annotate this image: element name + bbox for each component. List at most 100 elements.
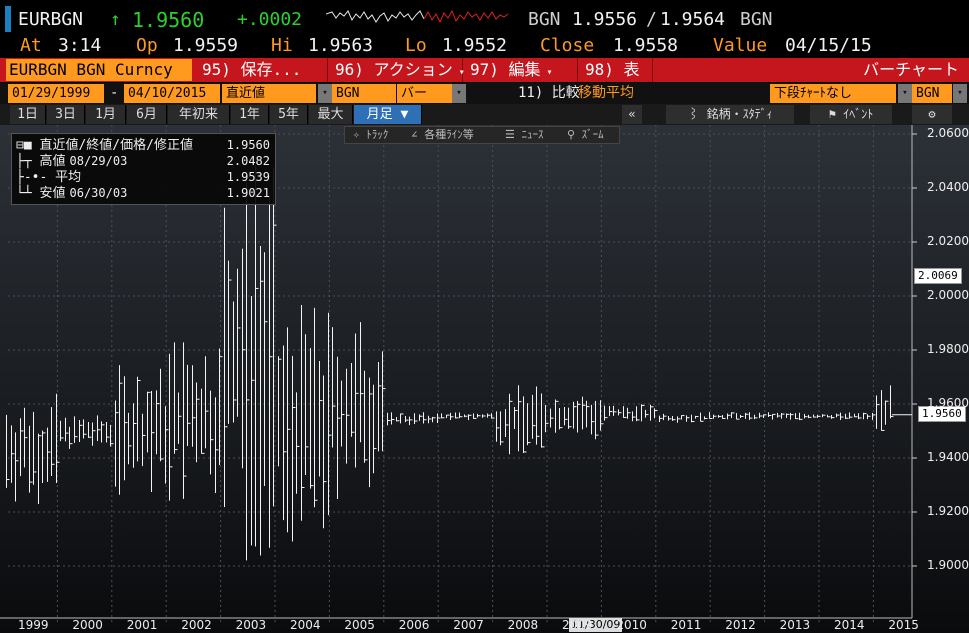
x-tick-label: 2011 bbox=[670, 618, 702, 632]
low-label: Lo bbox=[405, 35, 427, 56]
actions-menu[interactable]: 96) アクション ▾ bbox=[329, 58, 465, 82]
legend-low-date: 06/30/03 bbox=[69, 186, 128, 200]
x-tick-label: 2010 bbox=[616, 618, 647, 632]
chart-tools-bar: ✧ ﾄﾗｯｸ ∠ 各種ﾗｲﾝ等 ☰ ﾆｭｰｽ ⚲ ｽﾞｰﾑ bbox=[344, 126, 620, 144]
period-1m[interactable]: 1月 bbox=[86, 105, 126, 124]
flag-icon: ⚑ bbox=[828, 107, 844, 121]
events-label: ｲﾍﾞﾝﾄ bbox=[843, 107, 874, 121]
y-tick-label: 1.9800 bbox=[927, 342, 969, 356]
x-tick-label: 2008 bbox=[507, 618, 539, 632]
save-label: 95) 保存... bbox=[202, 60, 302, 79]
studies-label: 銘柄・ｽﾀﾃﾞｨ bbox=[706, 107, 773, 121]
legend-high-label: 高値 bbox=[39, 154, 66, 169]
date-range-dash: - bbox=[110, 85, 119, 101]
chevron-down-icon[interactable]: ▾ bbox=[452, 84, 466, 103]
end-date-field[interactable]: 04/10/2015 bbox=[124, 84, 220, 103]
chart-legend[interactable]: ⊟■ 直近値/終値/価格/修正値 1.9560 ├┬ 高値 08/29/03 2.… bbox=[11, 133, 276, 205]
low-value: 1.9552 bbox=[442, 35, 508, 56]
track-button[interactable]: ✧ ﾄﾗｯｸ bbox=[353, 127, 388, 143]
security-marker bbox=[5, 6, 11, 32]
moving-average-button[interactable]: 移動平均 bbox=[578, 84, 634, 103]
bid-currency: BGN bbox=[528, 9, 561, 30]
bid-price: 1.9556 bbox=[572, 9, 638, 30]
up-arrow-icon: ↑ bbox=[110, 9, 121, 30]
annotation-lines-button[interactable]: ∠ 各種ﾗｲﾝ等 bbox=[411, 127, 474, 143]
chart-type-label: バーチャート bbox=[863, 60, 959, 79]
legend-low-value: 1.9021 bbox=[226, 186, 270, 200]
period-3d[interactable]: 3日 bbox=[47, 105, 85, 124]
y-tick-label: 2.0200 bbox=[927, 234, 969, 248]
value-date: 04/15/15 bbox=[785, 35, 872, 56]
close-label: Close bbox=[540, 35, 595, 56]
security-field[interactable]: EURBGN BGN Curncy bbox=[6, 59, 192, 81]
at-label: At bbox=[20, 35, 42, 56]
period-5y[interactable]: 5年 bbox=[270, 105, 308, 124]
x-tick-label: 1999 bbox=[18, 618, 49, 632]
high-marker-icon: ├┬ bbox=[16, 154, 40, 169]
chevron-down-icon[interactable]: ▾ bbox=[953, 84, 967, 103]
chevron-down-icon: ▾ bbox=[546, 67, 553, 78]
period-ytd[interactable]: 年初来 bbox=[168, 105, 230, 124]
events-button[interactable]: ⚑ ｲﾍﾞﾝﾄ bbox=[810, 105, 892, 124]
low-marker-icon: └┴ bbox=[16, 186, 40, 201]
table-button[interactable]: 98) 表 bbox=[579, 58, 653, 82]
edit-menu[interactable]: 97) 編集 ▾ bbox=[464, 58, 578, 82]
x-tick-label: 2014 bbox=[834, 618, 865, 632]
chart-settings-bar: 01/29/1999 - 04/10/2015 直近値 ▾ BGN バー ▾ 1… bbox=[0, 83, 969, 104]
lower-chart-select[interactable]: 下段ﾁｬｰﾄなし bbox=[770, 84, 896, 103]
save-button[interactable]: 95) 保存... bbox=[196, 58, 328, 82]
zoom-button[interactable]: ⚲ ｽﾞｰﾑ bbox=[567, 127, 604, 143]
period-1d[interactable]: 1日 bbox=[10, 105, 46, 124]
chevron-down-icon[interactable]: ▾ bbox=[898, 84, 912, 103]
legend-low: └┴ 安値 06/30/03 1.9021 bbox=[16, 185, 272, 202]
legend-series-value: 1.9560 bbox=[226, 138, 270, 152]
ticker[interactable]: EURBGN bbox=[18, 9, 83, 31]
collapse-icon[interactable]: « bbox=[622, 105, 642, 124]
currency-select[interactable]: BGN bbox=[332, 84, 396, 103]
x-tick-label: 2013 bbox=[779, 618, 811, 632]
x-tick-label: 2002 bbox=[181, 618, 212, 632]
chevron-down-icon[interactable]: ▾ bbox=[318, 84, 332, 103]
securities-studies-button[interactable]: ⌇ 銘柄・ｽﾀﾃﾞｨ bbox=[666, 105, 794, 124]
period-6m[interactable]: 6月 bbox=[127, 105, 167, 124]
y-tick-label: 2.0400 bbox=[927, 180, 969, 194]
high-value: 1.9563 bbox=[308, 35, 374, 56]
quote-header: EURBGN ↑ 1.9560 +.0002 BGN 1.9556 / 1.95… bbox=[0, 0, 969, 34]
legend-average: ├-•- 平均 1.9539 bbox=[16, 169, 272, 186]
price-mode-select[interactable]: 直近値 bbox=[222, 84, 316, 103]
y-tick-label: 1.9200 bbox=[927, 504, 969, 518]
gear-icon[interactable]: ⚙ bbox=[912, 105, 952, 124]
high-label: Hi bbox=[271, 35, 293, 56]
x-tick-label: 2001 bbox=[126, 618, 158, 632]
currency2-select[interactable]: BGN bbox=[912, 84, 952, 103]
legend-high-value: 2.0482 bbox=[226, 154, 270, 168]
legend-high: ├┬ 高値 08/29/03 2.0482 bbox=[16, 153, 272, 170]
net-change: +.0002 bbox=[237, 9, 303, 30]
y-tick-label: 2.0000 bbox=[927, 288, 969, 302]
bar-type-select[interactable]: バー bbox=[397, 84, 452, 103]
y-tick-label: 1.9000 bbox=[927, 558, 969, 572]
x-tick-label: 2003 bbox=[235, 618, 267, 632]
news-button[interactable]: ☰ ﾆｭｰｽ bbox=[505, 127, 543, 143]
legend-avg-label: 平均 bbox=[55, 170, 82, 185]
x-tick-label: 2005 bbox=[344, 618, 375, 632]
legend-avg-value: 1.9539 bbox=[226, 170, 270, 184]
x-tick-label: 2004 bbox=[290, 618, 321, 632]
start-date-field[interactable]: 01/29/1999 bbox=[8, 84, 104, 103]
compare-button[interactable]: 11) 比較 bbox=[518, 84, 580, 103]
last-price: 1.9560 bbox=[132, 8, 205, 32]
legend-low-label: 安値 bbox=[39, 186, 66, 201]
chart-type-menu[interactable]: バーチャート bbox=[840, 58, 965, 82]
legend-series[interactable]: ⊟■ 直近値/終値/価格/修正値 1.9560 bbox=[16, 137, 272, 154]
y-tick-label: 2.0600 bbox=[927, 126, 969, 140]
period-max[interactable]: 最大 bbox=[309, 105, 353, 124]
open-value: 1.9559 bbox=[173, 35, 239, 56]
intraday-sparkline bbox=[326, 9, 508, 24]
legend-high-date: 08/29/03 bbox=[69, 154, 128, 168]
period-1y[interactable]: 1年 bbox=[231, 105, 269, 124]
x-tick-label: 2015 bbox=[888, 618, 919, 632]
period-bar: 1日 3日 1月 6月 年初来 1年 5年 最大 月足 ▼ « ⌇ 銘柄・ｽﾀﾃ… bbox=[0, 104, 969, 125]
chart-icon: ⌇ bbox=[687, 107, 707, 121]
x-tick-label: 2012 bbox=[725, 618, 756, 632]
frequency-select[interactable]: 月足 ▼ bbox=[354, 105, 422, 124]
